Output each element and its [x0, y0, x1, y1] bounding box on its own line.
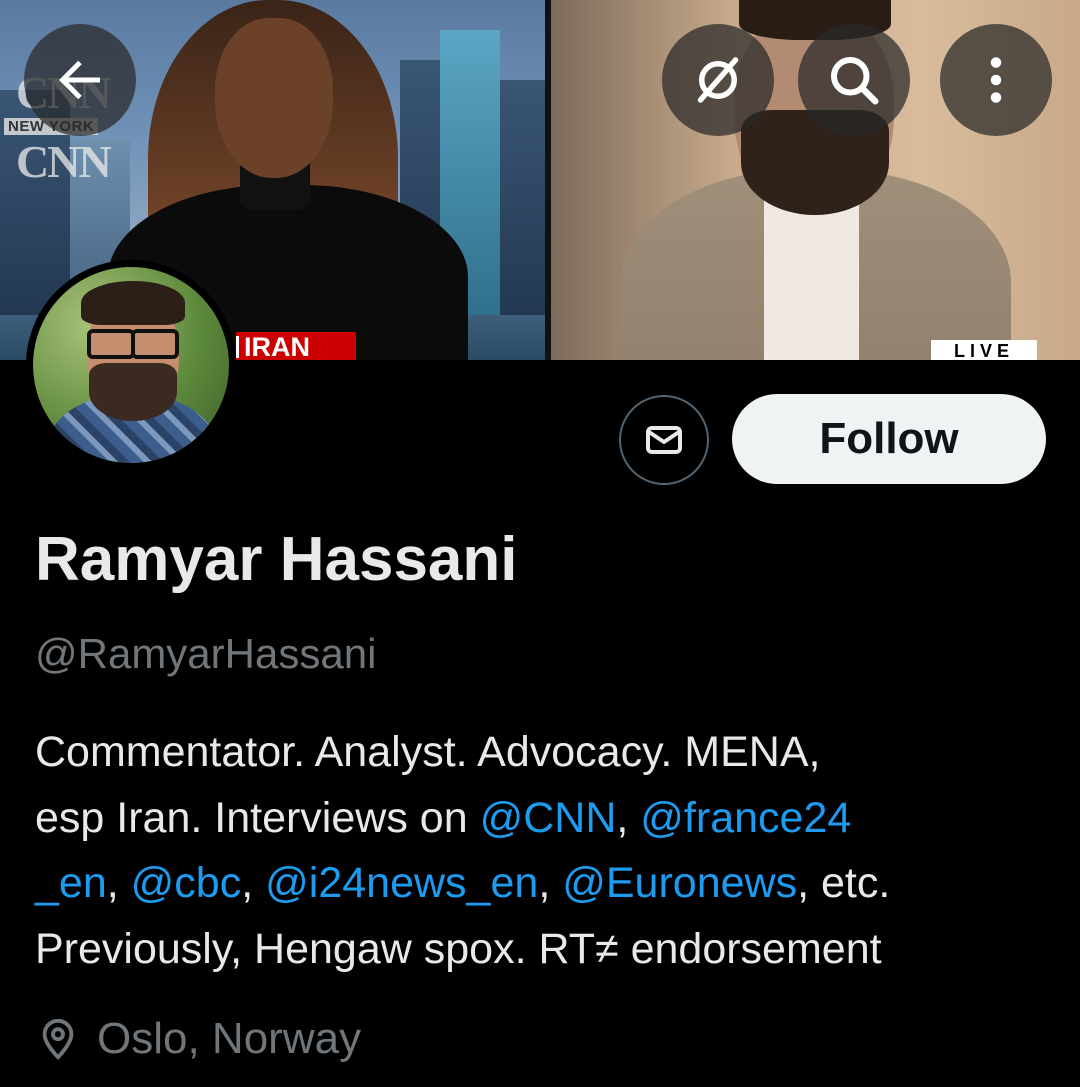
topic-tag: IRAN [236, 332, 356, 360]
bio-text: , [241, 859, 266, 907]
mention-link-euronews[interactable]: @Euronews [562, 859, 797, 907]
bio-text: , [616, 793, 641, 842]
live-tag: LIVE [931, 340, 1037, 360]
avatar-photo [33, 267, 229, 463]
cnn-logo: CNN [16, 136, 112, 187]
bio-line: _en, @cbc, @i24news_en, @Euronews, etc. [35, 851, 1045, 917]
mention-link-france24-cont[interactable]: _en [35, 859, 107, 907]
profile-location: Oslo, Norway [35, 1014, 361, 1064]
skyline-building [500, 80, 545, 320]
location-text: Oslo, Norway [97, 1014, 362, 1063]
mention-link-france24[interactable]: @france24 [640, 794, 851, 842]
bio-text: , [106, 859, 131, 907]
follow-button[interactable]: Follow [732, 394, 1046, 484]
message-button[interactable] [619, 395, 709, 485]
anchor-face [215, 18, 333, 178]
bio-line: esp Iran. Interviews on @CNN, @france24 [35, 786, 1045, 852]
avatar-beard [89, 363, 177, 421]
search-button[interactable] [798, 24, 910, 136]
grok-icon [697, 57, 739, 103]
envelope-icon [646, 426, 682, 454]
search-icon [831, 57, 879, 105]
arrow-left-icon [59, 60, 100, 100]
more-vertical-icon [990, 57, 1002, 103]
bio-text: esp Iran. Interviews on [35, 793, 480, 842]
bio-text: , [538, 859, 563, 907]
grok-button[interactable] [662, 24, 774, 136]
location-pin-icon [42, 1018, 74, 1060]
bio-line: Previously, Hengaw spox. RT≠ endorsement [35, 924, 882, 973]
mention-link-cbc[interactable]: @cbc [131, 859, 242, 907]
bio-text: , etc. [797, 859, 891, 907]
bio: Commentator. Analyst. Advocacy. MENA, es… [35, 720, 1045, 982]
avatar[interactable] [26, 260, 236, 470]
user-handle: @RamyarHassani [35, 630, 377, 677]
more-button[interactable] [940, 24, 1052, 136]
mention-link-cnn[interactable]: @CNN [480, 794, 617, 842]
avatar-hair [81, 281, 185, 325]
display-name: Ramyar Hassani [35, 525, 518, 594]
mention-link-i24news[interactable]: @i24news_en [265, 859, 538, 907]
bio-line: Commentator. Analyst. Advocacy. MENA, [35, 728, 821, 776]
avatar-glasses [85, 329, 181, 359]
back-button[interactable] [24, 24, 136, 136]
